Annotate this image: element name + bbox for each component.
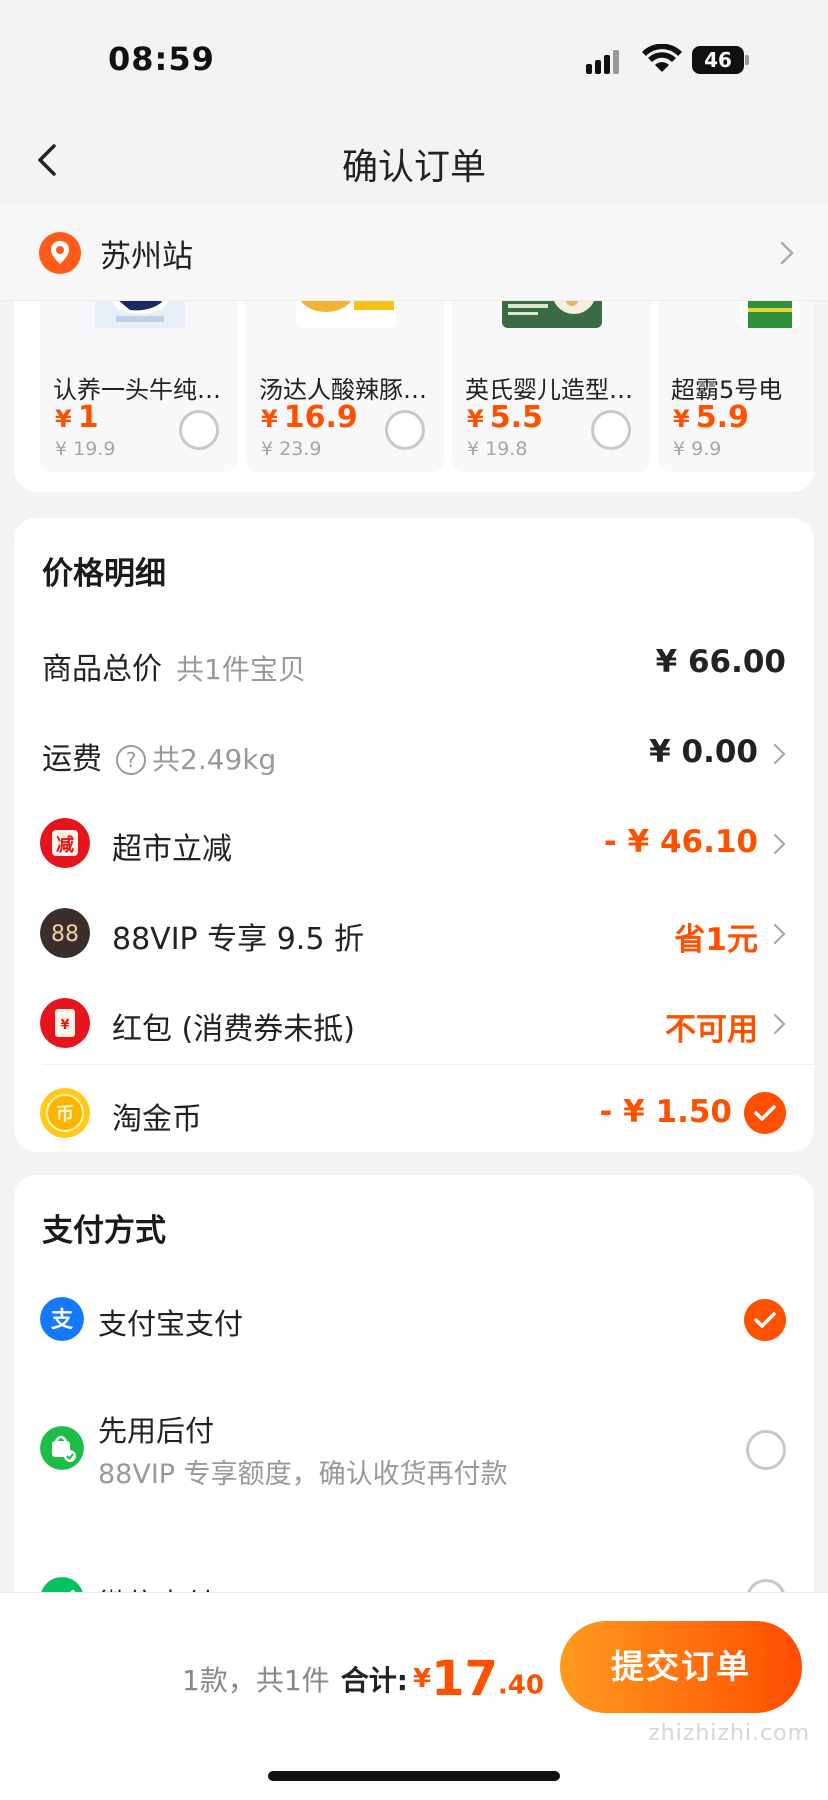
total-decimal: .40 bbox=[497, 1670, 544, 1701]
svg-text:¥: ¥ bbox=[60, 1018, 69, 1033]
supermarket-discount-label: 超市立减 bbox=[112, 832, 232, 867]
product-price: ¥1 bbox=[55, 400, 99, 435]
supermarket-discount-value: - ¥ 46.10 bbox=[603, 824, 758, 860]
total-currency: ¥ bbox=[413, 1664, 432, 1694]
shipping-weight: 共2.49kg bbox=[152, 743, 277, 776]
goods-total-value: ¥ 66.00 bbox=[655, 644, 786, 680]
red-packet-value: 不可用 bbox=[665, 1012, 758, 1048]
svg-text:支: 支 bbox=[51, 1308, 74, 1333]
svg-text:币: 币 bbox=[56, 1104, 74, 1125]
price-detail-title: 价格明细 bbox=[42, 556, 166, 592]
taobao-coins-label: 淘金币 bbox=[112, 1102, 202, 1137]
supermarket-discount-row[interactable]: 减 超市立减 - ¥ 46.10 bbox=[14, 798, 814, 888]
chevron-right-icon bbox=[773, 833, 786, 855]
product-select-radio[interactable] bbox=[179, 410, 219, 450]
pay-later-radio[interactable] bbox=[746, 1430, 786, 1470]
chevron-right-icon bbox=[773, 1013, 786, 1035]
product-original-price: ¥ 19.8 bbox=[467, 438, 528, 460]
checkout-bar: 1款，共1件 合计: ¥17.40 提交订单 zhizhizhi.com bbox=[0, 1592, 828, 1800]
payment-option-desc: 88VIP 专享额度，确认收货再付款 bbox=[98, 1459, 508, 1490]
chevron-right-icon bbox=[773, 923, 786, 945]
alipay-checked-icon[interactable] bbox=[744, 1299, 786, 1341]
recommended-products: 认养一头牛纯牛奶 ¥1 ¥ 19.9 汤达人酸辣豚骨面 ¥16.9 ¥ 23.9 bbox=[14, 270, 814, 492]
total-integer: 17 bbox=[431, 1651, 498, 1707]
total-label: 合计: bbox=[340, 1664, 408, 1697]
vip-88-icon: 88 bbox=[40, 908, 90, 958]
vip-discount-label: 88VIP 专享 9.5 折 bbox=[112, 922, 364, 957]
product-price: ¥5.9 bbox=[673, 400, 749, 435]
battery-level: 46 bbox=[692, 46, 744, 74]
help-icon[interactable]: ? bbox=[116, 745, 146, 775]
product-price: ¥5.5 bbox=[467, 400, 543, 435]
shipping-row[interactable]: 运费? 共2.49kg ¥ 0.00 bbox=[14, 708, 814, 798]
product-price: ¥16.9 bbox=[261, 400, 358, 435]
shipping-label: 运费? 共2.49kg bbox=[42, 742, 277, 777]
product-select-radio[interactable] bbox=[385, 410, 425, 450]
payment-option-label: 先用后付 bbox=[98, 1414, 215, 1448]
goods-total-row: 商品总价 共1件宝贝 ¥ 66.00 bbox=[14, 618, 814, 708]
payment-method-title: 支付方式 bbox=[42, 1213, 166, 1249]
product-select-radio[interactable] bbox=[591, 410, 631, 450]
payment-option-label: 支付宝支付 bbox=[98, 1307, 244, 1341]
payment-option-alipay[interactable]: 支 支付宝支付 bbox=[14, 1283, 814, 1373]
divider bbox=[42, 1064, 814, 1065]
goods-total-label: 商品总价 共1件宝贝 bbox=[42, 652, 306, 687]
location-selector[interactable]: 苏州站 bbox=[0, 205, 828, 301]
chevron-right-icon bbox=[780, 241, 794, 265]
red-packet-row[interactable]: ¥ 红包 (消费券未抵) 不可用 bbox=[14, 978, 814, 1068]
product-original-price: ¥ 19.9 bbox=[55, 438, 116, 460]
vip-discount-row[interactable]: 88 88VIP 专享 9.5 折 省1元 bbox=[14, 888, 814, 978]
wifi-icon bbox=[642, 44, 682, 72]
pay-later-bag-icon bbox=[40, 1426, 84, 1470]
location-pin-icon bbox=[39, 232, 81, 274]
vip-discount-value: 省1元 bbox=[674, 922, 758, 958]
shipping-value: ¥ 0.00 bbox=[649, 734, 758, 770]
watermark: zhizhizhi.com bbox=[648, 1721, 810, 1746]
taobao-coins-value: - ¥ 1.50 bbox=[599, 1094, 732, 1130]
price-detail-card: 价格明细 商品总价 共1件宝贝 ¥ 66.00 运费? 共2.49kg ¥ 0.00… bbox=[14, 518, 814, 1152]
battery-icon: 46 bbox=[692, 46, 750, 76]
payment-option-pay-later[interactable]: 先用后付 88VIP 专享额度，确认收货再付款 bbox=[14, 1400, 814, 1520]
goods-count: 共1件宝贝 bbox=[176, 653, 306, 686]
product-original-price: ¥ 23.9 bbox=[261, 438, 322, 460]
location-label: 苏州站 bbox=[100, 239, 193, 275]
cellular-signal-icon bbox=[586, 50, 628, 74]
red-packet-label: 红包 (消费券未抵) bbox=[112, 1012, 355, 1047]
item-count: 1款，共1件 bbox=[182, 1664, 330, 1697]
status-bar: 08:59 46 bbox=[0, 0, 828, 110]
gold-coin-icon: 币 bbox=[40, 1088, 90, 1138]
submit-order-button[interactable]: 提交订单 bbox=[560, 1621, 802, 1713]
home-indicator[interactable] bbox=[268, 1771, 560, 1781]
svg-text:88: 88 bbox=[51, 922, 79, 947]
order-summary: 1款，共1件 合计: ¥17.40 bbox=[182, 1651, 544, 1707]
nav-bar: 确认订单 bbox=[0, 110, 828, 210]
coins-checked-icon[interactable] bbox=[744, 1092, 786, 1134]
red-packet-icon: ¥ bbox=[40, 998, 90, 1048]
discount-badge-icon: 减 bbox=[40, 818, 90, 868]
status-time: 08:59 bbox=[108, 40, 215, 78]
svg-text:减: 减 bbox=[56, 834, 74, 856]
alipay-icon: 支 bbox=[40, 1297, 84, 1341]
taobao-coins-row[interactable]: 币 淘金币 - ¥ 1.50 bbox=[14, 1068, 814, 1158]
page-title: 确认订单 bbox=[341, 147, 486, 188]
chevron-right-icon bbox=[773, 743, 786, 765]
product-original-price: ¥ 9.9 bbox=[673, 438, 722, 460]
